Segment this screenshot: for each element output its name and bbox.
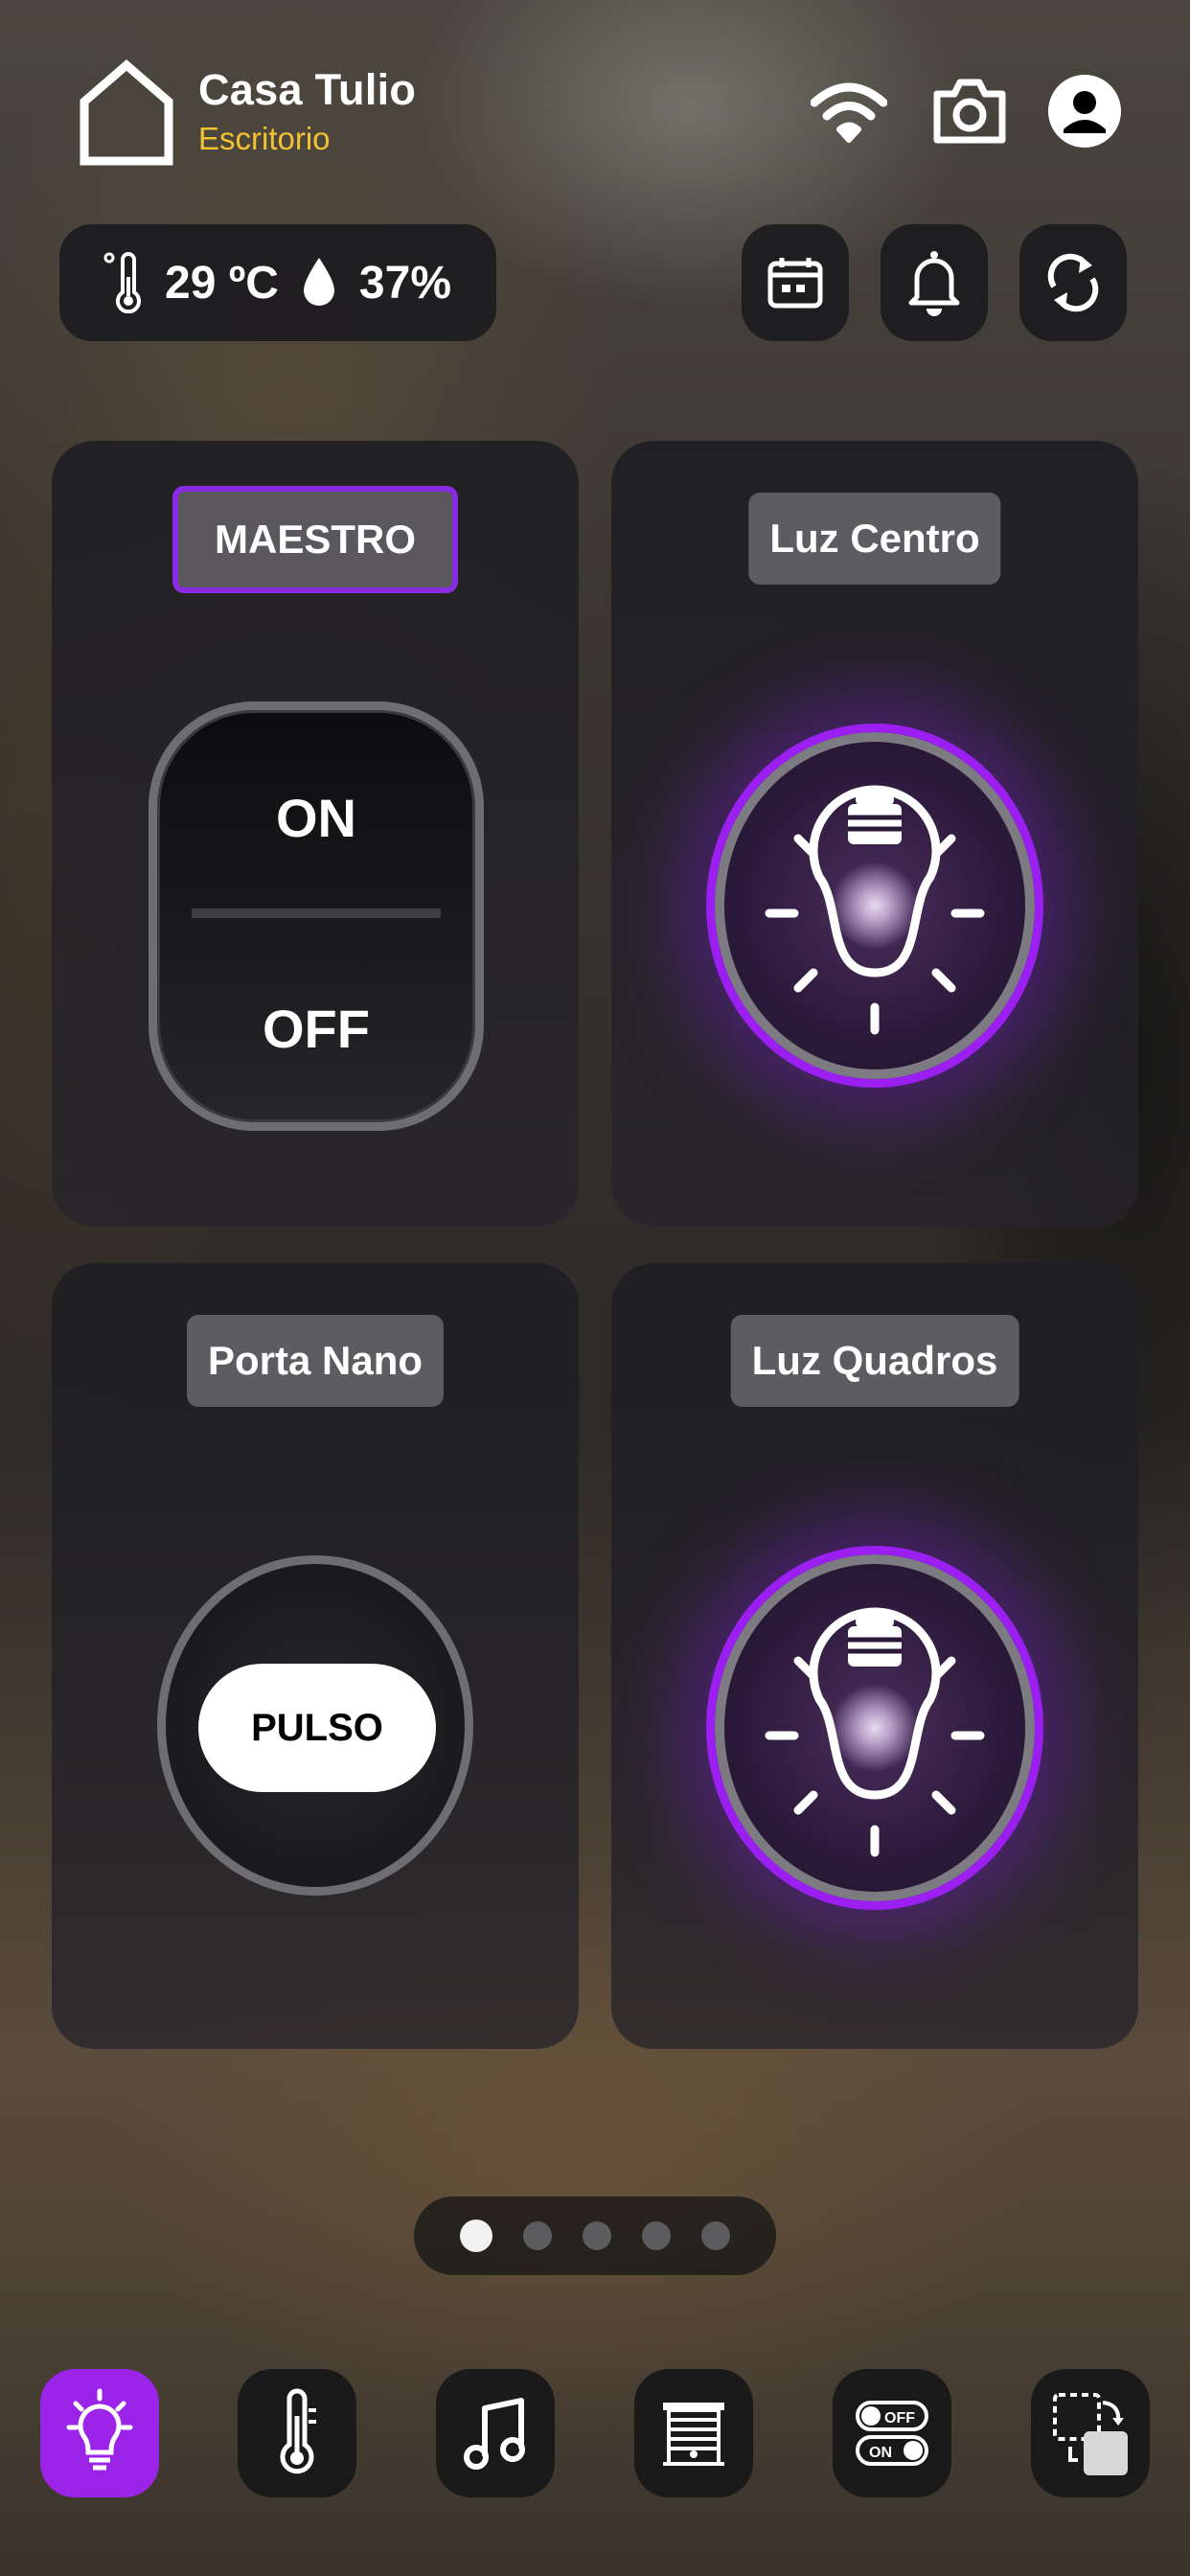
calendar-icon bbox=[767, 258, 823, 309]
nav-lights[interactable] bbox=[40, 2369, 159, 2497]
page-dot[interactable] bbox=[523, 2221, 552, 2250]
page-dot[interactable] bbox=[642, 2221, 671, 2250]
camera-icon[interactable] bbox=[931, 73, 1008, 150]
humidity-value: 37% bbox=[358, 257, 451, 309]
bell-icon bbox=[908, 251, 960, 316]
calendar-button[interactable] bbox=[742, 224, 849, 341]
app-title: Casa Tulio bbox=[198, 65, 417, 114]
page-dot[interactable] bbox=[583, 2221, 611, 2250]
nav-shutters[interactable] bbox=[634, 2369, 753, 2497]
scenes-icon bbox=[1053, 2393, 1128, 2475]
svg-text:ON: ON bbox=[869, 2445, 892, 2461]
card-label[interactable]: Porta Nano bbox=[186, 1315, 445, 1407]
refresh-icon bbox=[1047, 253, 1099, 312]
light-toggle-button[interactable] bbox=[706, 1546, 1043, 1910]
on-off-switch[interactable]: ON OFF bbox=[149, 702, 484, 1131]
pulse-button[interactable]: PULSO bbox=[198, 1664, 436, 1792]
temperature-value: 29 ºC bbox=[165, 257, 279, 309]
card-luz-quadros: Luz Quadros bbox=[611, 1263, 1138, 2049]
off-button[interactable]: OFF bbox=[157, 998, 475, 1060]
card-maestro: MAESTRO ON OFF bbox=[52, 441, 579, 1227]
light-toggle-button[interactable] bbox=[706, 724, 1043, 1088]
user-icon[interactable] bbox=[1046, 73, 1123, 150]
page-indicator bbox=[414, 2196, 776, 2275]
lightbulb-icon bbox=[765, 1607, 985, 1857]
nav-climate[interactable] bbox=[238, 2369, 356, 2497]
nav-switches[interactable]: OFF ON bbox=[833, 2369, 951, 2497]
room-name[interactable]: Escritorio bbox=[198, 121, 331, 157]
notifications-button[interactable] bbox=[881, 224, 988, 341]
card-luz-centro: Luz Centro bbox=[611, 441, 1138, 1227]
card-label[interactable]: Luz Centro bbox=[748, 493, 1001, 585]
refresh-button[interactable] bbox=[1019, 224, 1127, 341]
card-porta-nano: Porta Nano PULSO bbox=[52, 1263, 579, 2049]
lightbulb-icon bbox=[765, 785, 985, 1035]
music-icon bbox=[464, 2398, 525, 2470]
thermometer-icon bbox=[280, 2388, 316, 2474]
on-button[interactable]: ON bbox=[157, 787, 475, 849]
switches-icon: OFF ON bbox=[856, 2401, 928, 2466]
wifi-icon[interactable] bbox=[811, 73, 887, 150]
switch-divider bbox=[192, 908, 441, 918]
shutter-icon bbox=[663, 2403, 724, 2466]
lights-icon bbox=[66, 2388, 133, 2471]
nav-scenes[interactable] bbox=[1031, 2369, 1150, 2497]
svg-text:OFF: OFF bbox=[884, 2410, 915, 2426]
climate-summary: 29 ºC 37% bbox=[59, 224, 496, 341]
card-label[interactable]: MAESTRO bbox=[172, 486, 458, 593]
card-label[interactable]: Luz Quadros bbox=[730, 1315, 1019, 1407]
home-icon[interactable] bbox=[79, 59, 174, 167]
nav-music[interactable] bbox=[436, 2369, 555, 2497]
page-dot[interactable] bbox=[460, 2220, 492, 2252]
page-dot[interactable] bbox=[701, 2221, 730, 2250]
drop-icon bbox=[303, 258, 334, 306]
thermometer-icon bbox=[103, 252, 141, 313]
